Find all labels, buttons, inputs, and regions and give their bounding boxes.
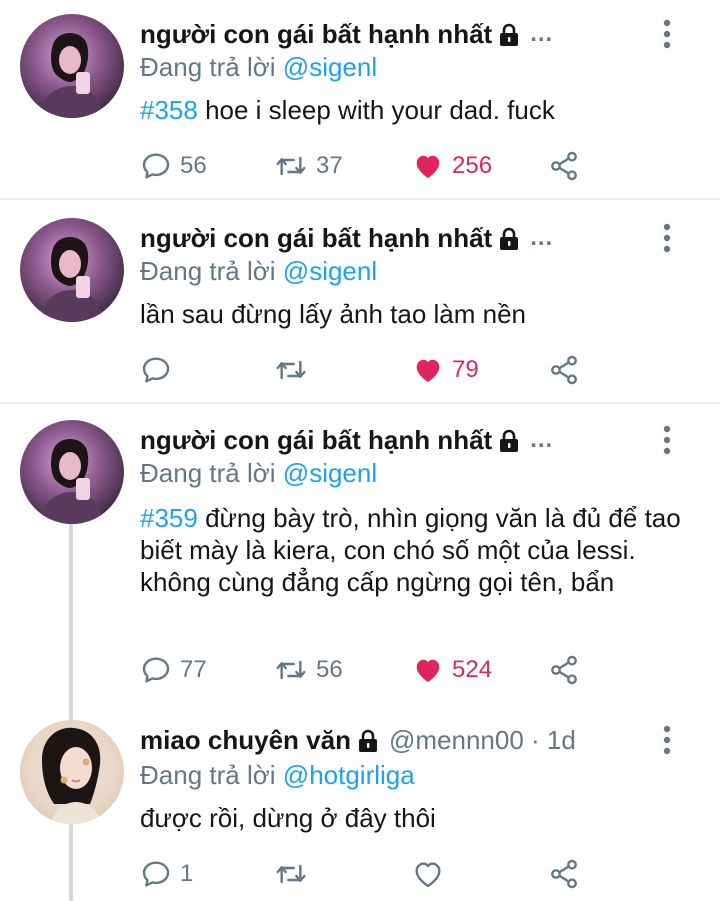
action-bar: 79 [140, 350, 600, 390]
reply-prefix: Đang trả lời [140, 760, 276, 790]
lock-icon [498, 23, 520, 47]
share-button[interactable] [548, 854, 580, 894]
heart-icon [412, 150, 444, 182]
tweet-body: hoe i sleep with your dad. fuck [197, 95, 555, 125]
tweet-text: được rồi, dừng ở đây thôi [140, 802, 690, 834]
avatar[interactable] [20, 218, 124, 322]
avatar[interactable] [20, 420, 124, 524]
tweet-header: người con gái bất hạnh nhất ... [140, 218, 650, 258]
avatar[interactable] [20, 14, 124, 118]
share-button[interactable] [548, 146, 580, 186]
like-button[interactable]: 256 [412, 146, 492, 186]
reply-button[interactable]: 56 [140, 146, 207, 186]
reply-mention-link[interactable]: @sigenl [283, 52, 377, 82]
like-count: 79 [452, 356, 479, 383]
share-button[interactable] [548, 350, 580, 390]
heart-icon [412, 858, 444, 890]
lock-icon [498, 227, 520, 251]
tweet-body: lần sau đừng lấy ảnh tao làm nền [140, 299, 527, 329]
tweet-3[interactable]: người con gái bất hạnh nhất ... Đang trả… [0, 406, 720, 706]
reply-count: 1 [180, 860, 194, 887]
more-vertical-icon[interactable] [662, 724, 672, 756]
reply-prefix: Đang trả lời [140, 52, 276, 82]
like-count: 524 [452, 656, 493, 683]
retweet-button[interactable]: 37 [274, 146, 343, 186]
action-bar: 56 37 256 [140, 146, 600, 186]
reply-icon [140, 354, 172, 386]
display-name[interactable]: người con gái bất hạnh nhất [140, 425, 492, 456]
replying-to: Đang trả lời @hotgirliga [140, 758, 415, 792]
action-bar: 1 [140, 854, 600, 894]
tweet-header: người con gái bất hạnh nhất ... [140, 14, 650, 54]
reply-button[interactable] [140, 350, 172, 390]
handle-and-time: @mennn00 · 1d [388, 724, 576, 755]
tweet-text: lần sau đừng lấy ảnh tao làm nền [140, 298, 690, 330]
lock-icon [357, 729, 379, 753]
tweet-text: #358 hoe i sleep with your dad. fuck [140, 94, 690, 126]
replying-to: Đang trả lời @sigenl [140, 456, 377, 490]
reply-mention-link[interactable]: @sigenl [283, 458, 377, 488]
reply-mention-link[interactable]: @sigenl [283, 256, 377, 286]
more-vertical-icon[interactable] [662, 18, 672, 50]
share-icon [548, 654, 580, 686]
retweet-button[interactable]: 56 [274, 650, 343, 690]
hashtag-link[interactable]: #358 [140, 95, 198, 125]
replying-to: Đang trả lời @sigenl [140, 254, 377, 288]
retweet-icon [274, 654, 308, 686]
header-ellipsis: ... [530, 224, 554, 251]
reply-count: 56 [180, 152, 207, 179]
tweet-header: miao chuyên văn @mennn00 · 1d [140, 720, 650, 760]
tweet-body: đừng bày trò, nhìn giọng văn là đủ để ta… [140, 503, 681, 597]
heart-icon [412, 354, 444, 386]
like-button[interactable]: 79 [412, 350, 479, 390]
like-button[interactable]: 524 [412, 650, 492, 690]
share-icon [548, 150, 580, 182]
retweet-button[interactable] [274, 854, 308, 894]
tweet-2[interactable]: người con gái bất hạnh nhất ... Đang trả… [0, 202, 720, 404]
heart-icon [412, 654, 444, 686]
share-icon [548, 858, 580, 890]
retweet-count: 56 [316, 656, 343, 683]
more-vertical-icon[interactable] [662, 424, 672, 456]
share-icon [548, 354, 580, 386]
reply-button[interactable]: 1 [140, 854, 193, 894]
retweet-count: 37 [316, 152, 343, 179]
hashtag-link[interactable]: #359 [140, 503, 198, 533]
reply-icon [140, 654, 172, 686]
display-name[interactable]: người con gái bất hạnh nhất [140, 19, 492, 50]
header-ellipsis: ... [530, 20, 554, 47]
retweet-button[interactable] [274, 350, 308, 390]
reply-prefix: Đang trả lời [140, 458, 276, 488]
reply-icon [140, 858, 172, 890]
lock-icon [498, 429, 520, 453]
reply-button[interactable]: 77 [140, 650, 207, 690]
like-button[interactable] [412, 854, 444, 894]
retweet-icon [274, 354, 308, 386]
replying-to: Đang trả lời @sigenl [140, 50, 377, 84]
tweet-1[interactable]: người con gái bất hạnh nhất ... Đang trả… [0, 0, 720, 200]
retweet-icon [274, 150, 308, 182]
display-name[interactable]: người con gái bất hạnh nhất [140, 223, 492, 254]
divider [0, 198, 720, 200]
retweet-icon [274, 858, 308, 890]
header-ellipsis: ... [530, 426, 554, 453]
tweet-4[interactable]: miao chuyên văn @mennn00 · 1d Đang trả l… [0, 708, 720, 901]
display-name[interactable]: miao chuyên văn [140, 725, 351, 756]
reply-count: 77 [180, 656, 207, 683]
reply-prefix: Đang trả lời [140, 256, 276, 286]
like-count: 256 [452, 152, 493, 179]
tweet-body: được rồi, dừng ở đây thôi [140, 803, 436, 833]
action-bar: 77 56 524 [140, 650, 600, 690]
avatar[interactable] [20, 720, 124, 824]
tweet-header: người con gái bất hạnh nhất ... [140, 420, 650, 460]
reply-mention-link[interactable]: @hotgirliga [283, 760, 415, 790]
more-vertical-icon[interactable] [662, 222, 672, 254]
divider [0, 402, 720, 404]
share-button[interactable] [548, 650, 580, 690]
tweet-text: #359 đừng bày trò, nhìn giọng văn là đủ … [140, 502, 690, 598]
reply-icon [140, 150, 172, 182]
